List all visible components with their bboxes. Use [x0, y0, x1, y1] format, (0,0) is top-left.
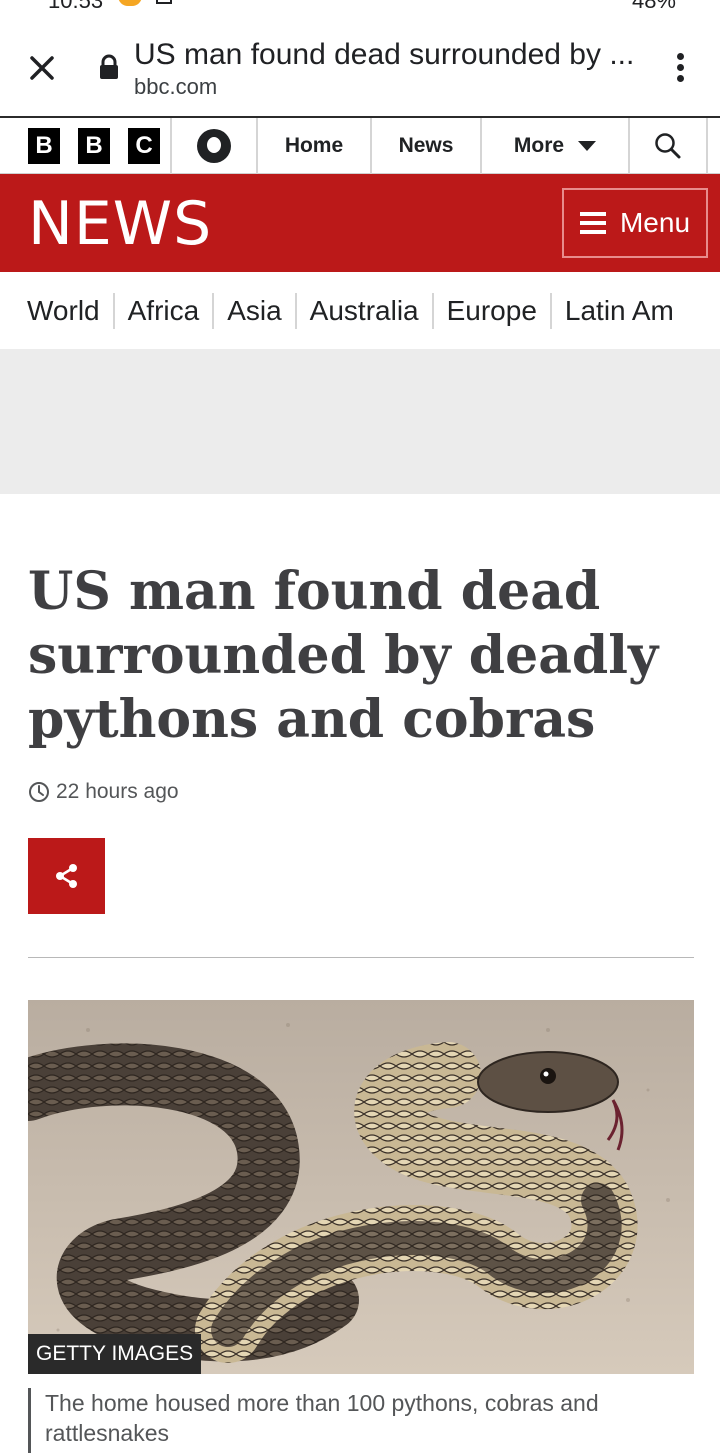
- page-url[interactable]: bbc.com: [134, 74, 217, 100]
- browser-toolbar: US man found dead surrounded by ... bbc.…: [0, 14, 720, 118]
- image-caption: The home housed more than 100 pythons, c…: [28, 1388, 694, 1453]
- account-button[interactable]: [172, 118, 258, 174]
- menu-button[interactable]: Menu: [562, 188, 708, 258]
- status-bar: 10:53 48%: [0, 0, 720, 14]
- section-link-africa[interactable]: Africa: [115, 292, 215, 329]
- section-link-latin-america[interactable]: Latin Am: [552, 293, 687, 329]
- image-credit: GETTY IMAGES: [28, 1334, 202, 1374]
- bbc-logo-letter: C: [128, 128, 160, 164]
- snake-photo: [28, 1000, 694, 1374]
- account-icon: [197, 129, 231, 163]
- notification-icon: [118, 0, 142, 6]
- screenshot-icon: [156, 0, 172, 4]
- page-title: US man found dead surrounded by ...: [134, 38, 634, 71]
- section-link-australia[interactable]: Australia: [297, 292, 434, 329]
- share-icon: [55, 864, 77, 888]
- bbc-logo[interactable]: B B C: [0, 118, 172, 174]
- divider: [28, 957, 694, 958]
- nav-more-button[interactable]: More: [482, 118, 630, 174]
- nav-home-link[interactable]: Home: [258, 118, 372, 174]
- section-link-world[interactable]: World: [14, 292, 115, 329]
- section-link-europe[interactable]: Europe: [434, 292, 552, 329]
- close-icon[interactable]: [24, 50, 60, 86]
- share-button[interactable]: [28, 838, 105, 914]
- search-button[interactable]: [630, 118, 708, 174]
- bbc-logo-letter: B: [78, 128, 110, 164]
- clock-icon: [29, 782, 49, 802]
- ad-placeholder: [0, 349, 720, 494]
- section-nav: World Africa Asia Australia Europe Latin…: [0, 272, 720, 349]
- nav-more-label: More: [513, 134, 565, 157]
- bbc-top-nav: B B C Home News More: [0, 118, 720, 174]
- article-image: GETTY IMAGES: [28, 1000, 694, 1374]
- chevron-down-icon: [578, 141, 597, 151]
- news-banner: NEWS Menu: [0, 174, 720, 272]
- timestamp-text: 22 hours ago: [56, 780, 179, 803]
- section-link-asia[interactable]: Asia: [214, 292, 297, 329]
- nav-news-link[interactable]: News: [372, 118, 482, 174]
- battery-level: 48%: [631, 0, 676, 13]
- article-timestamp: 22 hours ago: [28, 780, 179, 804]
- overflow-menu-icon[interactable]: [668, 50, 692, 86]
- status-time: 10:53: [48, 0, 104, 13]
- hamburger-icon: [579, 212, 606, 234]
- menu-label: Menu: [619, 207, 691, 238]
- news-wordmark[interactable]: NEWS: [28, 192, 212, 256]
- article-headline: US man found dead surrounded by deadly p…: [28, 561, 659, 750]
- lock-icon: [100, 54, 118, 79]
- search-icon: [655, 133, 681, 159]
- bbc-logo-letter: B: [28, 128, 60, 164]
